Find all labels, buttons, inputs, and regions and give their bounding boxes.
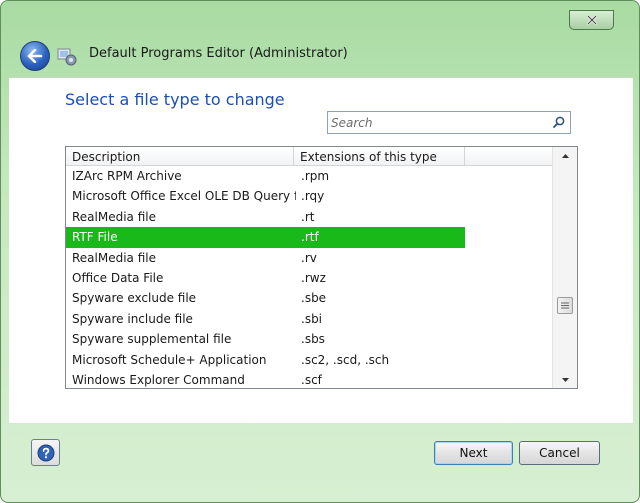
list-header: Description Extensions of this type <box>66 147 552 166</box>
row-description: Windows Explorer Command <box>72 372 245 387</box>
row-description: Microsoft Office Excel OLE DB Query f... <box>72 189 296 204</box>
scroll-thumb[interactable] <box>557 297 573 314</box>
search-icon[interactable] <box>552 115 566 129</box>
row-extensions: .sbs <box>301 332 325 347</box>
list-item[interactable]: Office Data File .rwz <box>66 268 552 288</box>
scroll-up-button[interactable] <box>553 147 577 164</box>
row-description: Microsoft Schedule+ Application <box>72 352 267 367</box>
row-description: Office Data File <box>72 270 164 285</box>
close-icon <box>586 14 597 26</box>
column-header-description[interactable]: Description <box>72 150 140 164</box>
cancel-button[interactable]: Cancel <box>519 441 600 465</box>
search-input[interactable] <box>331 114 545 132</box>
next-button[interactable]: Next <box>434 441 513 465</box>
grip-icon <box>561 302 569 309</box>
chevron-up-icon <box>562 153 569 158</box>
list-item[interactable]: Spyware supplemental file .sbs <box>66 329 552 349</box>
list-item[interactable]: IZArc RPM Archive .rpm <box>66 166 552 186</box>
list-item[interactable]: Microsoft Schedule+ Application .sc2, .sc… <box>66 350 552 370</box>
column-divider[interactable] <box>464 147 465 166</box>
window-title: Default Programs Editor (Administrator) <box>89 46 348 61</box>
file-type-list[interactable]: Description Extensions of this type IZAr… <box>65 146 578 389</box>
row-description: RealMedia file <box>72 250 156 265</box>
row-extensions: .rqy <box>301 189 325 204</box>
close-button[interactable] <box>569 10 614 30</box>
row-description: RealMedia file <box>72 209 156 224</box>
programs-editor-icon <box>57 48 77 66</box>
scroll-down-button[interactable] <box>553 371 577 388</box>
row-description: Spyware include file <box>72 311 193 326</box>
page-heading: Select a file type to change <box>65 90 285 109</box>
column-header-extensions[interactable]: Extensions of this type <box>300 150 437 164</box>
help-button[interactable] <box>31 439 60 466</box>
row-extensions: .rpm <box>301 169 330 183</box>
list-item[interactable]: Microsoft Office Excel OLE DB Query f...… <box>66 186 552 206</box>
list-item[interactable]: Spyware exclude file .sbe <box>66 288 552 308</box>
row-extensions: .scf <box>301 372 322 387</box>
row-extensions: .rt <box>301 209 315 224</box>
list-rows: IZArc RPM Archive .rpm Microsoft Office Ex… <box>66 166 552 388</box>
list-item[interactable]: Windows Explorer Command .scf <box>66 370 552 388</box>
row-extensions: .rv <box>301 250 317 265</box>
row-extensions: .rtf <box>301 230 319 245</box>
search-box[interactable] <box>327 111 571 134</box>
list-item[interactable]: RealMedia file .rt <box>66 207 552 227</box>
row-extensions: .sc2, .scd, .sch <box>301 352 390 367</box>
row-extensions: .sbi <box>301 311 323 326</box>
row-description: RTF File <box>72 230 118 245</box>
question-mark-icon <box>37 444 54 461</box>
title-bar: Default Programs Editor (Administrator) <box>1 1 639 77</box>
main-content: Select a file type to change Description… <box>9 77 633 423</box>
dialog-window: Default Programs Editor (Administrator) … <box>0 0 640 503</box>
row-extensions: .rwz <box>301 270 326 285</box>
back-arrow-icon <box>27 49 43 63</box>
vertical-scrollbar[interactable] <box>552 147 577 388</box>
column-divider[interactable] <box>293 147 294 166</box>
row-extensions: .sbe <box>301 291 327 306</box>
row-description: Spyware supplemental file <box>72 332 232 347</box>
back-button[interactable] <box>20 41 50 71</box>
chevron-down-icon <box>562 377 569 382</box>
list-item[interactable]: Spyware include file .sbi <box>66 309 552 329</box>
dialog-footer: Next Cancel <box>1 423 639 503</box>
row-description: IZArc RPM Archive <box>72 169 182 183</box>
list-item[interactable]: RealMedia file .rv <box>66 248 552 268</box>
list-item-selected[interactable]: RTF File .rtf <box>66 227 552 248</box>
row-description: Spyware exclude file <box>72 291 197 306</box>
